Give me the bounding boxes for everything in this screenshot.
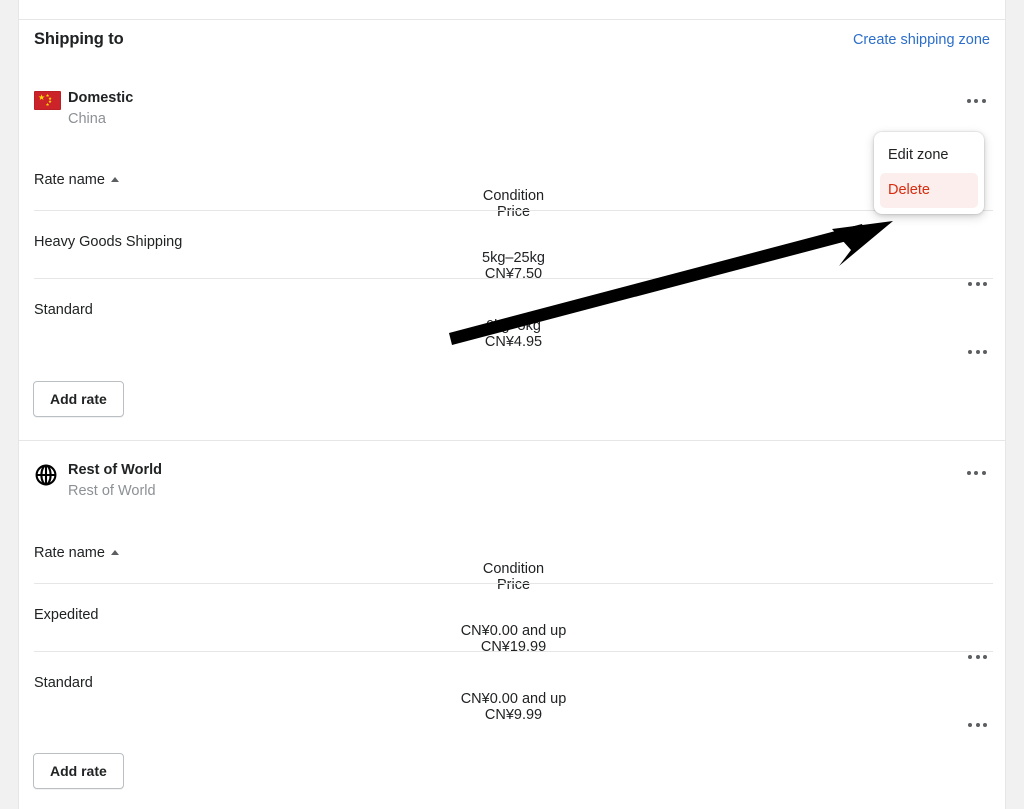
column-header-rate-name-label: Rate name bbox=[34, 545, 105, 561]
flag-china-icon: ★ ★ ★ ★ ★ bbox=[34, 88, 68, 110]
table-header-rest-of-world: Rate name Condition Price bbox=[34, 545, 993, 593]
zone-subtitle: China bbox=[68, 111, 106, 127]
column-header-price: Price bbox=[496, 577, 531, 593]
table-header-domestic: Rate name Condition Price bbox=[34, 172, 993, 220]
screen: Shipping to Create shipping zone ★ ★ ★ ★… bbox=[0, 0, 1024, 809]
cell-condition: CN¥0.00 and up bbox=[460, 623, 567, 639]
overflow-menu-icon bbox=[968, 655, 987, 659]
zone-name: Domestic bbox=[68, 90, 134, 106]
globe-icon bbox=[34, 460, 68, 487]
overflow-menu-icon bbox=[966, 99, 986, 103]
table-divider bbox=[34, 583, 993, 584]
zone-name: Rest of World bbox=[68, 462, 162, 478]
add-rate-button-rest-of-world[interactable]: Add rate bbox=[33, 753, 124, 789]
cell-rate-name: Standard bbox=[34, 302, 93, 318]
row-overflow-menu-button[interactable] bbox=[34, 655, 993, 659]
cell-rate-name: Standard bbox=[34, 675, 93, 691]
cell-price: CN¥7.50 bbox=[484, 266, 543, 282]
zone-subtitle: Rest of World bbox=[68, 483, 156, 499]
table-divider bbox=[34, 651, 993, 652]
overflow-menu-icon bbox=[966, 471, 986, 475]
zone-text-rest-of-world: Rest of World Rest of World bbox=[68, 460, 162, 502]
add-rate-button-domestic[interactable]: Add rate bbox=[33, 381, 124, 417]
cell-condition: 5kg–25kg bbox=[482, 250, 545, 266]
cell-price: CN¥19.99 bbox=[480, 639, 547, 655]
row-overflow-menu-button[interactable] bbox=[34, 282, 993, 286]
page-title: Shipping to bbox=[34, 30, 124, 48]
create-shipping-zone-link[interactable]: Create shipping zone bbox=[853, 32, 990, 48]
table-divider bbox=[34, 278, 993, 279]
zone-overflow-menu-button-rest-of-world[interactable] bbox=[959, 460, 993, 486]
zone-text-domestic: Domestic China bbox=[68, 88, 133, 130]
table-row[interactable]: Standard CN¥0.00 and up CN¥9.99 bbox=[34, 675, 993, 727]
sort-ascending-icon bbox=[110, 550, 119, 555]
column-header-condition: Condition bbox=[482, 188, 545, 204]
table-row[interactable]: Standard 0kg–5kg CN¥4.95 bbox=[34, 302, 993, 354]
column-header-rate-name[interactable]: Rate name bbox=[34, 172, 993, 188]
row-overflow-menu-button[interactable] bbox=[34, 723, 993, 727]
column-header-price: Price bbox=[496, 204, 531, 220]
column-header-rate-name-label: Rate name bbox=[34, 172, 105, 188]
table-divider bbox=[34, 210, 993, 211]
menu-item-edit-zone[interactable]: Edit zone bbox=[880, 138, 978, 173]
overflow-menu-icon bbox=[968, 723, 987, 727]
column-header-rate-name[interactable]: Rate name bbox=[34, 545, 993, 561]
cell-condition: CN¥0.00 and up bbox=[460, 691, 567, 707]
cell-rate-name: Heavy Goods Shipping bbox=[34, 234, 183, 250]
zone-header-domestic: ★ ★ ★ ★ ★ Domestic China bbox=[34, 88, 993, 130]
overflow-menu-icon bbox=[968, 350, 987, 354]
zone-overflow-menu-button-domestic[interactable] bbox=[959, 88, 993, 114]
top-divider bbox=[19, 19, 1005, 20]
cell-rate-name: Expedited bbox=[34, 607, 99, 623]
sort-ascending-icon bbox=[110, 177, 119, 182]
table-row[interactable]: Heavy Goods Shipping 5kg–25kg CN¥7.50 bbox=[34, 234, 993, 286]
zone-header-rest-of-world: Rest of World Rest of World bbox=[34, 460, 993, 502]
section-header: Shipping to Create shipping zone bbox=[34, 30, 990, 49]
cell-condition: 0kg–5kg bbox=[486, 318, 541, 334]
row-overflow-menu-button[interactable] bbox=[34, 350, 993, 354]
overflow-menu-icon bbox=[968, 282, 987, 286]
zone-section-divider bbox=[19, 440, 1005, 441]
menu-item-delete[interactable]: Delete bbox=[880, 173, 978, 208]
table-row[interactable]: Expedited CN¥0.00 and up CN¥19.99 bbox=[34, 607, 993, 659]
column-header-condition: Condition bbox=[482, 561, 545, 577]
cell-price: CN¥9.99 bbox=[484, 707, 543, 723]
cell-price: CN¥4.95 bbox=[484, 334, 543, 350]
zone-actions-popover: Edit zone Delete bbox=[874, 132, 984, 214]
shipping-card: Shipping to Create shipping zone ★ ★ ★ ★… bbox=[18, 0, 1006, 809]
